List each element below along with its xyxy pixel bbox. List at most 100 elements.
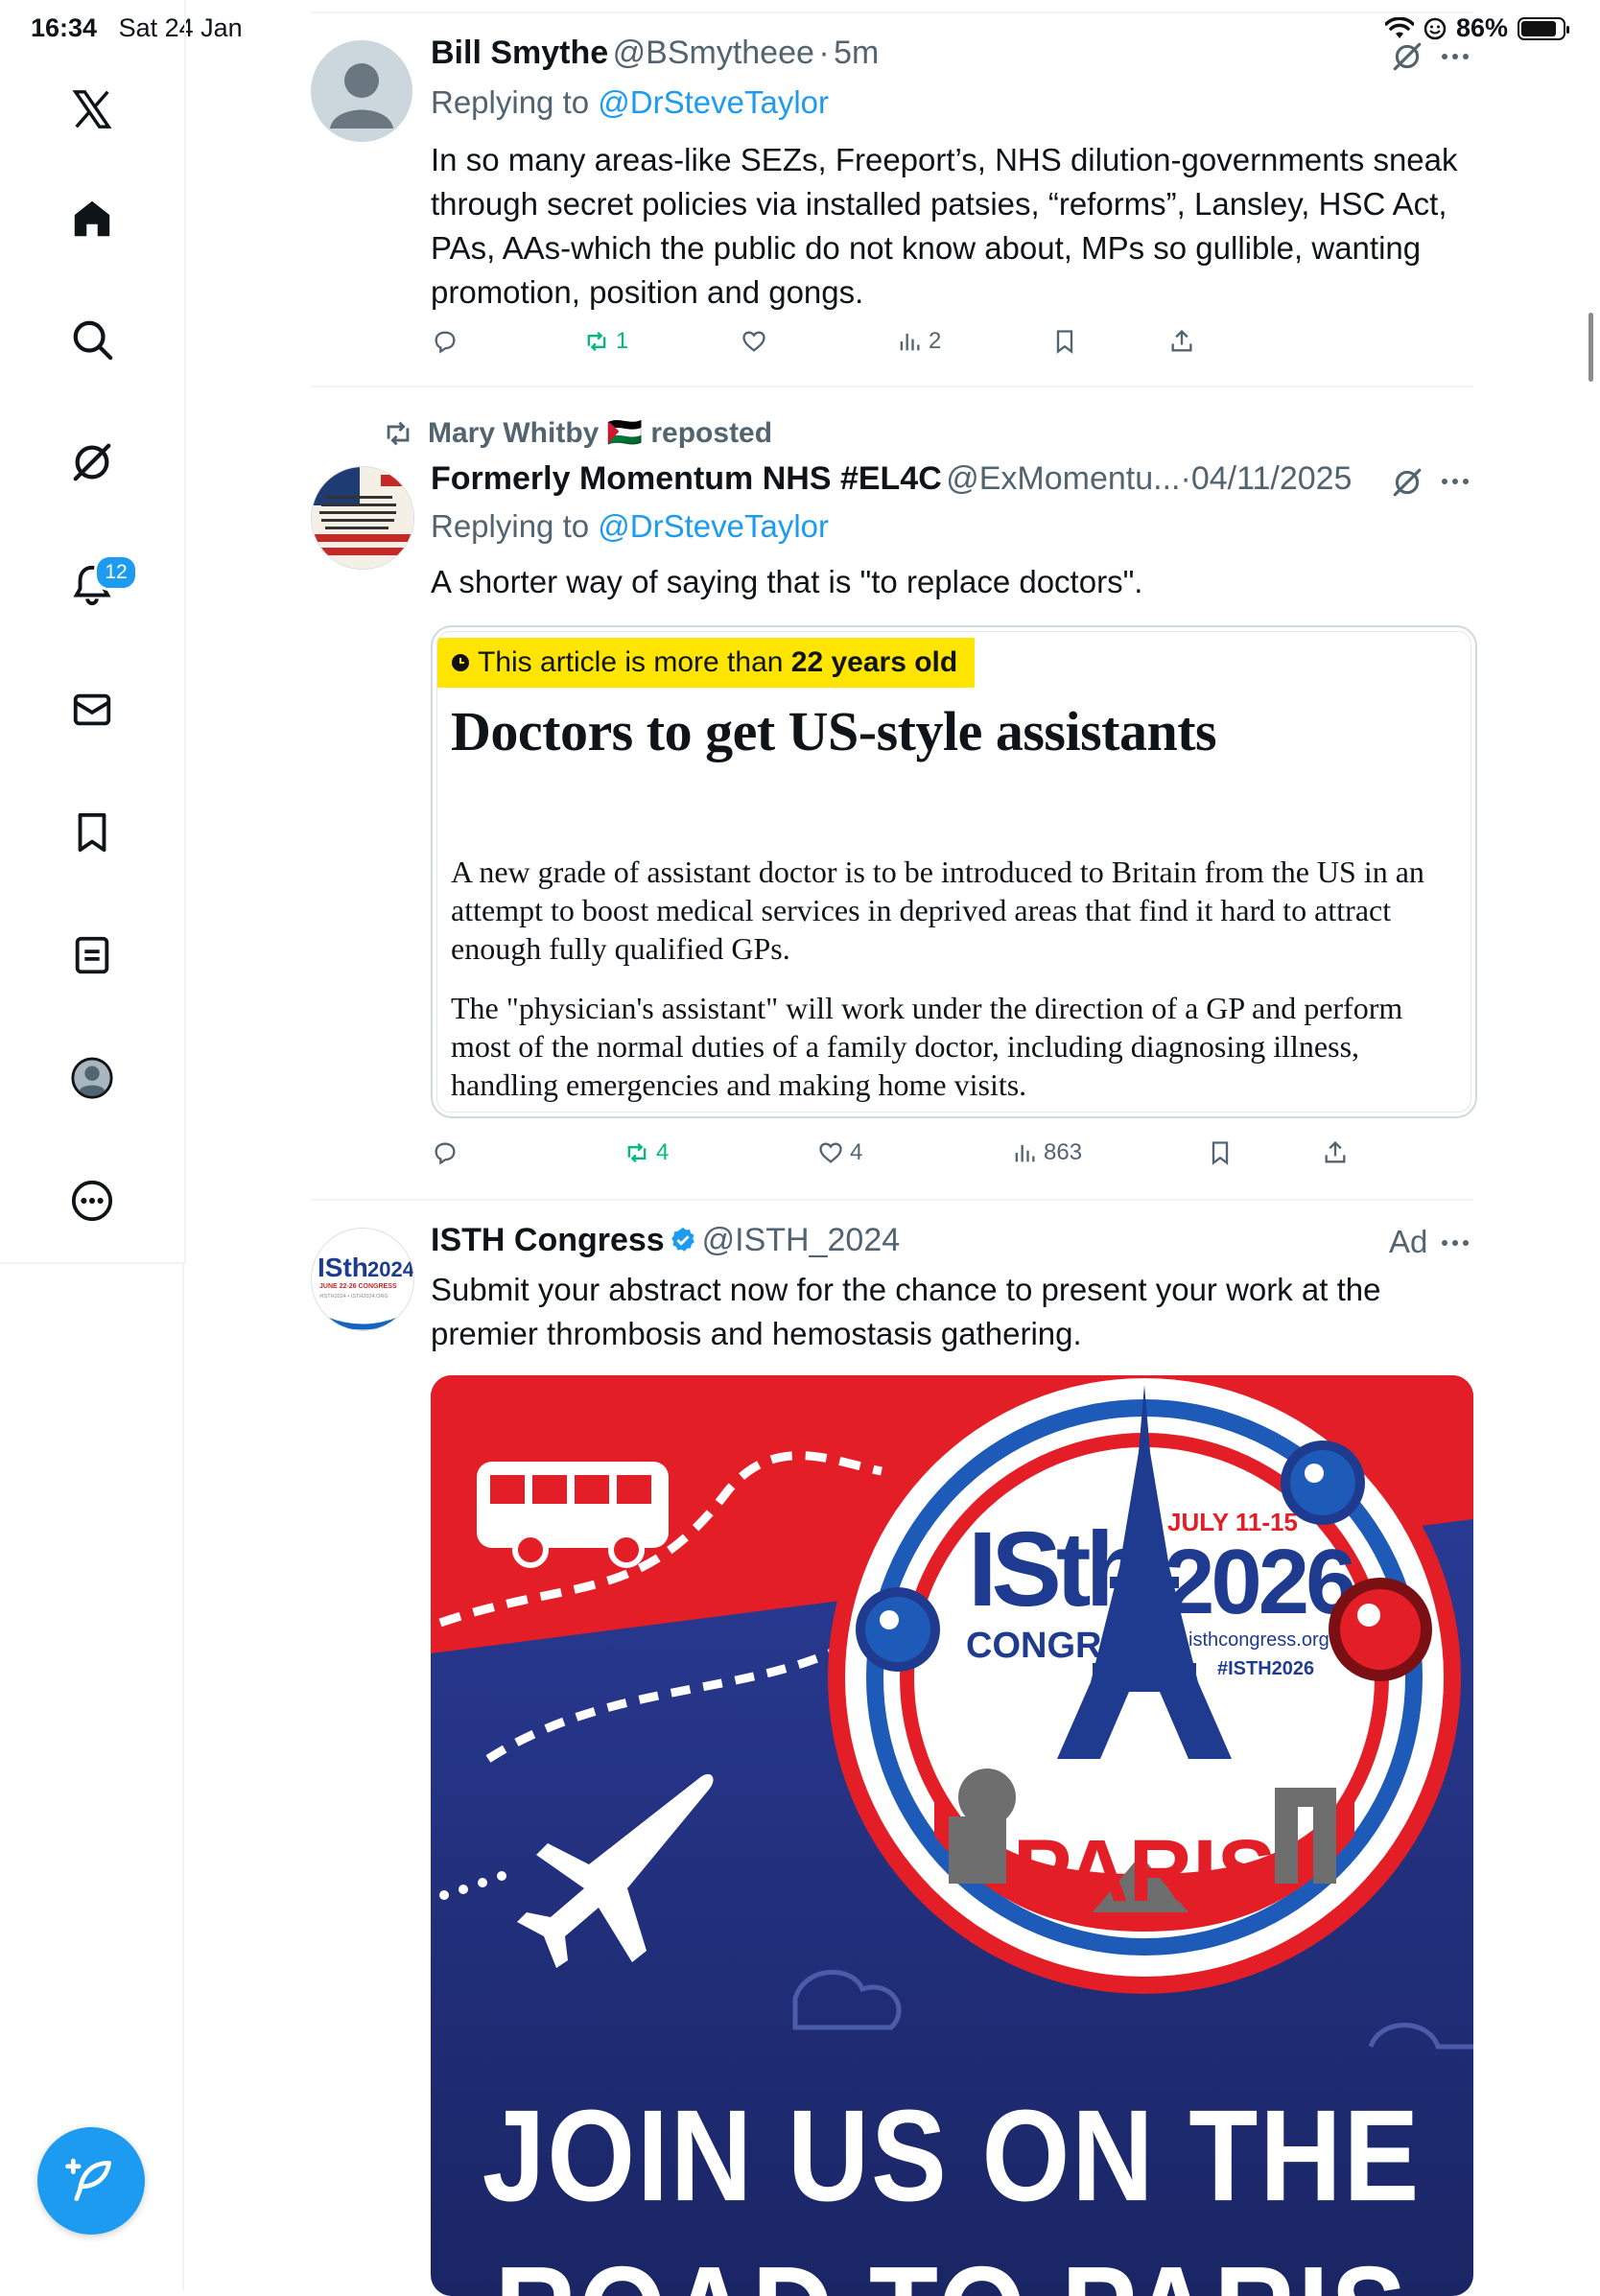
article-image[interactable]: This article is more than 22 years old D… — [431, 625, 1477, 1118]
x-logo-icon[interactable] — [61, 79, 123, 140]
author-handle[interactable]: @BSmytheee — [613, 35, 814, 71]
views-icon — [1015, 1144, 1035, 1162]
search-icon[interactable] — [61, 309, 123, 370]
scrollbar[interactable] — [1588, 313, 1593, 382]
reply-icon — [435, 1142, 456, 1165]
sidebar-border — [182, 1262, 184, 2290]
ad-headline-line1: JOIN US ON THE — [482, 2082, 1422, 2228]
clock-icon — [452, 654, 469, 671]
reply-button[interactable] — [432, 1139, 459, 1166]
ad-label: Ad — [1389, 1224, 1428, 1259]
author-handle[interactable]: @ExMomentu... — [946, 460, 1180, 497]
avatar[interactable] — [311, 40, 412, 142]
separator: · — [818, 35, 830, 71]
retweet-icon — [627, 1142, 647, 1163]
views-button[interactable]: 2 — [896, 328, 941, 355]
compose-post-button[interactable] — [37, 2127, 145, 2235]
banner-prefix: This article is more than — [478, 646, 791, 678]
battery-icon — [1518, 16, 1569, 40]
article-paragraph: A new grade of assistant doctor is to be… — [451, 855, 1424, 966]
views-count: 2 — [929, 328, 942, 354]
banner-bold: 22 years old — [790, 646, 958, 678]
views-button[interactable]: 863 — [1011, 1139, 1082, 1166]
tweet-actions: 4 4 863 — [432, 1139, 1400, 1178]
avatar-year: 2024 — [367, 1257, 413, 1281]
share-button[interactable] — [1322, 1139, 1349, 1166]
compose-feather-icon — [65, 2158, 111, 2201]
more-options-icon[interactable] — [1439, 468, 1471, 495]
tweet-text: A shorter way of saying that is "to repl… — [431, 564, 1143, 599]
replying-to: Replying to @DrSteveTaylor — [431, 508, 829, 545]
battery-percent: 86% — [1455, 13, 1508, 42]
tweet-header: Formerly Momentum NHS #EL4C @ExMomentu..… — [431, 460, 1352, 498]
divider — [311, 386, 1473, 387]
retweet-icon — [387, 421, 410, 445]
lists-icon[interactable] — [61, 925, 123, 986]
avatar[interactable] — [311, 466, 414, 570]
author-name[interactable]: ISTH Congress — [431, 1222, 665, 1258]
grok-icon[interactable] — [61, 432, 123, 493]
divider — [311, 12, 1473, 13]
timestamp[interactable]: 04/11/2025 — [1191, 460, 1353, 497]
reply-button[interactable] — [432, 328, 459, 355]
ad-image[interactable]: PARIS ISth CONGRESS JULY 11-15 2026 isth… — [431, 1375, 1473, 2296]
wifi-icon — [1384, 16, 1414, 38]
bookmark-icon — [1056, 330, 1073, 354]
tweet-header: Bill Smythe @BSmytheee · 5m — [431, 35, 879, 72]
author-name[interactable]: Bill Smythe — [431, 35, 608, 71]
ad-tag: #ISTH2026 — [1217, 1658, 1314, 1679]
more-options-icon[interactable] — [1439, 43, 1471, 70]
views-icon — [900, 333, 920, 351]
replying-to: Replying to @DrSteveTaylor — [431, 84, 829, 121]
profile-icon[interactable] — [61, 1047, 123, 1109]
bookmark-icon[interactable] — [61, 802, 123, 863]
more-options-icon[interactable] — [1439, 1230, 1471, 1256]
avatar-tags: #ISTH2024 • ISTH2024.ORG — [319, 1294, 388, 1300]
repost-context: Mary Whitby 🇵🇸 reposted — [382, 416, 772, 450]
retweet-button[interactable]: 1 — [583, 328, 628, 355]
bookmark-button[interactable] — [1207, 1139, 1234, 1166]
like-button[interactable]: 4 — [817, 1139, 862, 1166]
divider — [311, 1199, 1473, 1201]
retweet-icon — [587, 331, 606, 352]
author-name[interactable]: Formerly Momentum NHS #EL4C — [431, 460, 942, 497]
share-icon — [1325, 1140, 1346, 1163]
article-headline: Doctors to get US-style assistants — [451, 700, 1217, 762]
reply-icon — [435, 331, 456, 354]
share-button[interactable] — [1168, 328, 1195, 355]
timestamp[interactable]: 5m — [834, 35, 879, 71]
ad-site: isthcongress.org — [1188, 1629, 1329, 1651]
grok-icon[interactable] — [1391, 40, 1424, 73]
avatar-dates: JUNE 22-26 CONGRESS — [319, 1283, 397, 1290]
retweet-count: 1 — [616, 328, 629, 354]
mail-icon[interactable] — [61, 679, 123, 740]
more-icon[interactable] — [61, 1170, 123, 1231]
grok-icon[interactable] — [1391, 466, 1424, 499]
replying-to-link[interactable]: @DrSteveTaylor — [598, 508, 829, 544]
ad-congress: CONGRESS — [966, 1626, 1174, 1666]
like-button[interactable] — [741, 328, 767, 355]
separator: · — [1180, 460, 1191, 497]
retweet-button[interactable]: 4 — [624, 1139, 669, 1166]
tweet-text: In so many areas-like SEZs, Freeport’s, … — [431, 142, 1458, 310]
share-icon — [1171, 329, 1192, 352]
article-paragraph: The "physician's assistant" will work un… — [451, 991, 1403, 1102]
replying-to-link[interactable]: @DrSteveTaylor — [598, 84, 829, 120]
heart-icon — [819, 1142, 842, 1163]
focus-icon — [1424, 17, 1447, 39]
isth-2026-badge: PARIS ISth CONGRESS JULY 11-15 2026 isth… — [828, 1375, 1461, 1994]
home-icon[interactable] — [61, 188, 123, 249]
tweet-header: ISTH Congress @ISTH_2024 — [431, 1222, 900, 1259]
retweet-count: 4 — [656, 1139, 670, 1165]
author-handle[interactable]: @ISTH_2024 — [702, 1222, 901, 1258]
verified-badge-icon — [671, 1227, 695, 1252]
ad-year: 2026 — [1164, 1531, 1353, 1633]
repost-by[interactable]: Mary Whitby 🇵🇸 reposted — [428, 416, 772, 450]
ad-headline-line2: ROAD TO PARIS — [495, 2239, 1408, 2296]
ad-city: PARIS — [1013, 1822, 1276, 1920]
replying-prefix: Replying to — [431, 84, 599, 120]
bookmark-button[interactable] — [1051, 328, 1078, 355]
ad-isth: ISth — [968, 1511, 1144, 1628]
avatar[interactable]: ISth 2024 JUNE 22-26 CONGRESS #ISTH2024 … — [311, 1228, 414, 1331]
notification-count-badge: 12 — [94, 554, 138, 591]
